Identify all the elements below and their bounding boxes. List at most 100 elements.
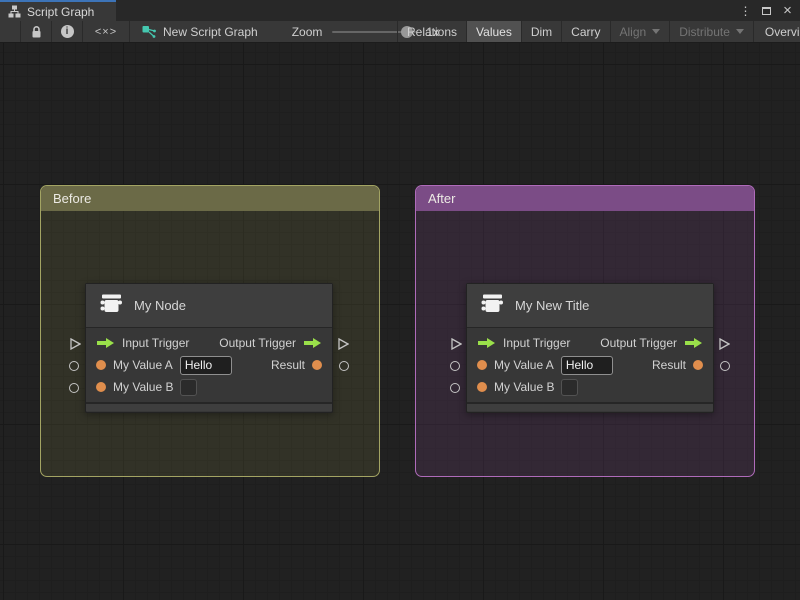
window-controls: ⋮ × [737, 0, 796, 21]
port-row-value-a: My Value A Result [86, 354, 332, 376]
data-port-icon [96, 360, 106, 370]
result-connector[interactable] [339, 361, 349, 371]
output-trigger-connector[interactable] [718, 338, 730, 350]
lock-icon [30, 25, 43, 39]
inspect-button[interactable]: i [52, 21, 82, 42]
node-ports: Input Trigger Output Trigger My Value A [467, 328, 713, 402]
exec-arrow-icon [96, 337, 115, 349]
value-b-port[interactable]: My Value B [477, 378, 579, 396]
exec-arrow-icon [684, 337, 703, 349]
input-trigger-connector[interactable] [69, 338, 81, 350]
value-a-label: My Value A [113, 358, 173, 372]
code-preview-button[interactable]: <×> [83, 21, 129, 42]
distribute-dropdown[interactable]: Distribute [670, 21, 753, 42]
window-close-button[interactable]: × [779, 2, 796, 19]
chevron-down-icon [735, 29, 744, 34]
align-label: Align [619, 24, 647, 39]
value-b-label: My Value B [113, 380, 174, 394]
lock-button[interactable] [21, 21, 51, 42]
toolbar-edge [0, 21, 20, 42]
value-a-label: My Value A [494, 358, 554, 372]
data-port-icon [312, 360, 322, 370]
values-toggle[interactable]: Values [467, 21, 521, 42]
group-before-header[interactable]: Before [41, 186, 379, 211]
node-ports: Input Trigger Output Trigger My Value A [86, 328, 332, 402]
value-b-connector[interactable] [69, 383, 79, 393]
input-trigger-port[interactable]: Input Trigger [96, 336, 189, 350]
node-footer [86, 402, 332, 411]
output-trigger-label: Output Trigger [219, 336, 296, 350]
input-trigger-connector[interactable] [450, 338, 462, 350]
unit-icon [479, 290, 505, 321]
maximize-icon [762, 6, 771, 15]
value-a-field[interactable] [560, 355, 613, 375]
value-b-field[interactable] [561, 378, 579, 396]
info-icon: i [60, 25, 74, 38]
group-after-header[interactable]: After [416, 186, 754, 211]
overview-button[interactable]: Overview [754, 21, 800, 42]
script-graph-window: Script Graph ⋮ × i <×> New Script Graph … [0, 0, 800, 600]
output-trigger-port[interactable]: Output Trigger [219, 336, 322, 350]
port-row-trigger: Input Trigger Output Trigger [86, 332, 332, 354]
zoom-label: Zoom [291, 24, 323, 39]
relations-toggle[interactable]: Relations [398, 21, 466, 42]
output-trigger-label: Output Trigger [600, 336, 677, 350]
toolbar-left: i <×> New Script Graph Zoom 1x [0, 21, 439, 42]
port-row-value-b: My Value B [467, 376, 713, 398]
port-row-trigger: Input Trigger Output Trigger [467, 332, 713, 354]
value-b-label: My Value B [494, 380, 555, 394]
value-a-port[interactable]: My Value A [477, 355, 613, 375]
value-a-connector[interactable] [450, 361, 460, 371]
dim-toggle[interactable]: Dim [522, 21, 561, 42]
input-trigger-port[interactable]: Input Trigger [477, 336, 570, 350]
port-row-value-b: My Value B [86, 376, 332, 398]
data-port-icon [477, 360, 487, 370]
chevron-down-icon [652, 29, 661, 34]
exec-arrow-icon [477, 337, 496, 349]
result-port[interactable]: Result [271, 358, 322, 372]
window-menu-button[interactable]: ⋮ [737, 2, 754, 19]
value-a-port[interactable]: My Value A [96, 355, 232, 375]
graph-toolbar: i <×> New Script Graph Zoom 1x Relations… [0, 21, 800, 43]
graph-title-area: New Script Graph [130, 25, 268, 39]
node-title: My New Title [515, 298, 590, 313]
node-title: My Node [134, 298, 187, 313]
data-port-icon [96, 382, 106, 392]
group-after-title: After [428, 191, 456, 206]
data-port-icon [693, 360, 703, 370]
tab-script-graph[interactable]: Script Graph [0, 0, 116, 21]
graph-canvas[interactable]: Before After My Node Input Trigger Outpu… [0, 43, 800, 600]
value-a-connector[interactable] [69, 361, 79, 371]
node-my-node[interactable]: My Node Input Trigger Output Trigger My … [69, 283, 349, 413]
result-label: Result [270, 358, 305, 372]
code-icon: <×> [94, 25, 118, 38]
node-header[interactable]: My New Title [467, 284, 713, 328]
input-trigger-label: Input Trigger [503, 336, 571, 350]
node-footer [467, 402, 713, 411]
node-header[interactable]: My Node [86, 284, 332, 328]
data-port-icon [477, 382, 487, 392]
value-a-field[interactable] [179, 355, 232, 375]
node-my-new-title[interactable]: My New Title Input Trigger Output Trigge… [450, 283, 730, 413]
value-b-connector[interactable] [450, 383, 460, 393]
output-trigger-connector[interactable] [337, 338, 349, 350]
value-b-field[interactable] [180, 378, 198, 396]
distribute-label: Distribute [679, 24, 730, 39]
output-trigger-port[interactable]: Output Trigger [600, 336, 703, 350]
carry-toggle[interactable]: Carry [562, 21, 609, 42]
result-port[interactable]: Result [652, 358, 703, 372]
result-connector[interactable] [720, 361, 730, 371]
port-row-value-a: My Value A Result [467, 354, 713, 376]
input-trigger-label: Input Trigger [122, 336, 190, 350]
value-b-port[interactable]: My Value B [96, 378, 198, 396]
align-dropdown[interactable]: Align [611, 21, 670, 42]
script-graph-asset-icon [142, 25, 156, 39]
tab-strip: Script Graph ⋮ × [0, 0, 800, 21]
window-maximize-button[interactable] [758, 2, 775, 19]
hierarchy-graph-icon [8, 5, 21, 18]
unit-icon [98, 290, 124, 321]
result-label: Result [651, 358, 686, 372]
group-before-title: Before [53, 191, 92, 206]
tab-title: Script Graph [27, 4, 95, 19]
exec-arrow-icon [303, 337, 322, 349]
